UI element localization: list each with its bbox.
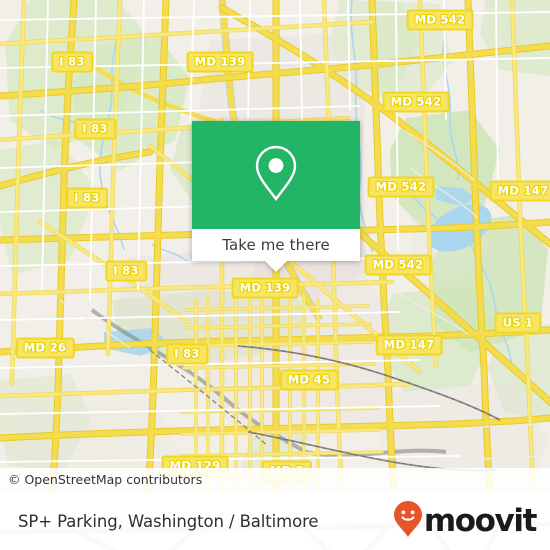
moovit-pin-icon — [393, 500, 423, 543]
road-shield-md26[interactable]: MD 26 — [15, 337, 75, 359]
road-shield-i83-upper[interactable]: I 83 — [74, 118, 116, 140]
road-shield-md45[interactable]: MD 45 — [279, 369, 339, 391]
callout-pointer-tail — [265, 261, 287, 272]
road-shield-md542-north[interactable]: MD 542 — [406, 9, 474, 31]
callout-label: Take me there — [222, 236, 330, 254]
map-canvas[interactable]: .land { fill:#f2efe9; } .park { fill:#d5… — [0, 0, 550, 492]
callout-icon-panel — [192, 121, 360, 229]
moovit-logo[interactable]: moovit — [393, 500, 538, 543]
road-shield-i83-top[interactable]: I 83 — [51, 51, 93, 73]
road-shield-md139-north[interactable]: MD 139 — [186, 51, 254, 73]
road-shield-md542-mid[interactable]: MD 542 — [382, 91, 450, 113]
take-me-there-callout[interactable]: Take me there — [192, 121, 360, 272]
road-shield-md542-lower[interactable]: MD 542 — [364, 254, 432, 276]
place-title: SP+ Parking, Washington / Baltimore — [18, 511, 319, 531]
road-shield-md139-south[interactable]: MD 139 — [231, 277, 299, 299]
road-shield-md147-east[interactable]: MD 147 — [489, 180, 550, 202]
road-shield-i83-lower[interactable]: I 83 — [105, 260, 147, 282]
road-shield-i83-mid[interactable]: I 83 — [66, 187, 108, 209]
road-shield-md542-east[interactable]: MD 542 — [367, 176, 435, 198]
osm-attribution[interactable]: © OpenStreetMap contributors — [0, 468, 550, 492]
moovit-wordmark: moovit — [423, 502, 538, 539]
callout-action-bar[interactable]: Take me there — [192, 229, 360, 272]
road-shield-md147-south[interactable]: MD 147 — [375, 334, 443, 356]
map-screenshot: .land { fill:#f2efe9; } .park { fill:#d5… — [0, 0, 550, 550]
road-shield-us1[interactable]: US 1 — [494, 312, 542, 334]
road-shield-i83-bottom[interactable]: I 83 — [166, 343, 208, 365]
footer-bar: SP+ Parking, Washington / Baltimore moov… — [0, 492, 550, 550]
map-pin-icon — [253, 144, 299, 207]
